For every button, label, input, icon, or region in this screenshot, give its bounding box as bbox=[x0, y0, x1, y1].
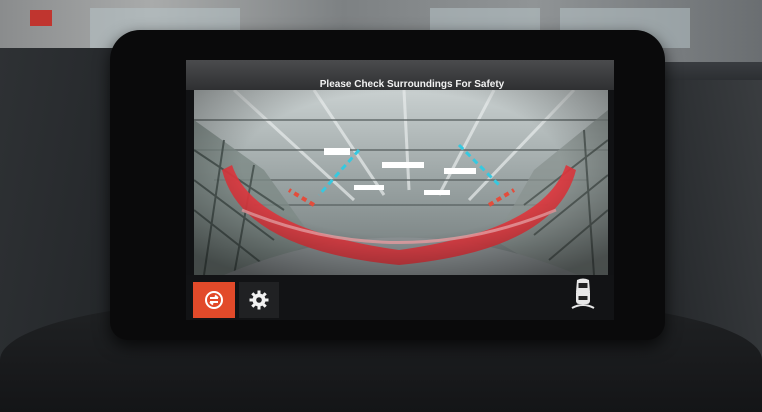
photo-scene: Please Check Surroundings For Safety bbox=[0, 0, 762, 412]
car-top-view-icon bbox=[571, 278, 595, 309]
gear-icon bbox=[249, 290, 269, 310]
background-sign bbox=[30, 10, 52, 26]
settings-button[interactable] bbox=[239, 282, 279, 318]
camera-view-button[interactable] bbox=[193, 282, 235, 318]
title-bar: Please Check Surroundings For Safety bbox=[186, 60, 614, 90]
vehicle-view-button[interactable] bbox=[567, 275, 599, 315]
camera-view-icon bbox=[205, 291, 223, 309]
rear-camera-view bbox=[194, 90, 608, 275]
infotainment-screen: Please Check Surroundings For Safety bbox=[186, 60, 614, 320]
bottom-control-bar bbox=[186, 275, 614, 320]
